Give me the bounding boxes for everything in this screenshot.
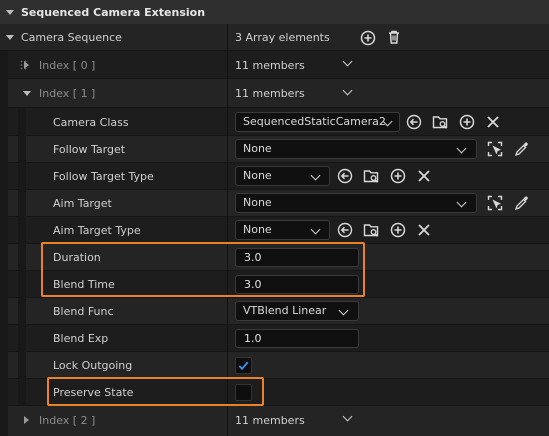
close-icon[interactable] <box>485 114 501 130</box>
index-2-row[interactable]: Index [ 2 ] 11 members <box>0 406 549 436</box>
blend-func-label: Blend Func <box>53 305 114 318</box>
follow-target-row: Follow Target None <box>0 136 549 163</box>
expand-arrow-icon[interactable] <box>6 35 14 40</box>
lock-outgoing-row: Lock Outgoing <box>0 352 549 379</box>
follow-target-type-value: None <box>243 169 272 182</box>
close-icon[interactable] <box>416 168 432 184</box>
back-arrow-icon[interactable] <box>406 114 422 130</box>
blend-time-row: Blend Time 3.0 <box>0 271 549 298</box>
blend-func-dropdown[interactable]: VTBlend Linear <box>235 301 359 321</box>
aim-target-type-label: Aim Target Type <box>53 224 141 237</box>
duration-label: Duration <box>53 251 101 264</box>
index-0-value: 11 members <box>235 59 305 72</box>
follow-target-dropdown[interactable]: None <box>235 139 477 159</box>
chevron-down-icon[interactable] <box>342 411 353 422</box>
index-2-label: Index [ 2 ] <box>39 414 96 427</box>
add-icon[interactable] <box>459 114 475 130</box>
section-header[interactable]: Sequenced Camera Extension <box>0 0 549 24</box>
chevron-down-icon <box>310 224 321 235</box>
picker-icon[interactable] <box>487 141 503 157</box>
camera-sequence-row: Camera Sequence 3 Array elements <box>0 24 549 51</box>
browse-icon[interactable] <box>363 168 379 184</box>
blend-exp-input[interactable]: 1.0 <box>235 329 359 348</box>
preserve-state-label: Preserve State <box>53 386 134 399</box>
follow-target-type-label: Follow Target Type <box>53 170 154 183</box>
chevron-down-icon <box>338 305 349 316</box>
collapse-arrow-icon[interactable] <box>23 91 31 96</box>
add-icon[interactable] <box>360 30 376 46</box>
eyedropper-icon[interactable] <box>514 195 530 211</box>
chevron-down-icon[interactable] <box>342 56 353 67</box>
duration-row: Duration 3.0 <box>0 244 549 271</box>
index-1-label: Index [ 1 ] <box>39 87 96 100</box>
preserve-state-checkbox[interactable] <box>235 384 252 401</box>
index-0-row[interactable]: Index [ 0 ] 11 members <box>0 51 549 79</box>
camera-sequence-label: Camera Sequence <box>21 31 122 44</box>
camera-class-label: Camera Class <box>53 116 129 129</box>
preserve-state-row: Preserve State <box>0 379 549 406</box>
camera-class-dropdown[interactable]: SequencedStaticCamera2 <box>235 112 400 132</box>
lock-outgoing-label: Lock Outgoing <box>53 359 133 372</box>
section-title: Sequenced Camera Extension <box>21 5 206 19</box>
chevron-down-icon[interactable] <box>342 85 353 96</box>
chevron-down-icon <box>456 197 467 208</box>
camera-sequence-value: 3 Array elements <box>235 31 330 44</box>
expand-arrow-icon[interactable] <box>24 416 29 424</box>
aim-target-type-row: Aim Target Type None <box>0 217 549 244</box>
aim-target-label: Aim Target <box>53 197 112 210</box>
blend-func-value: VTBlend Linear <box>243 304 327 317</box>
index-2-value: 11 members <box>235 414 305 427</box>
back-arrow-icon[interactable] <box>337 168 353 184</box>
trash-icon[interactable] <box>386 29 402 45</box>
follow-target-label: Follow Target <box>53 143 126 156</box>
camera-class-row: Camera Class SequencedStaticCamera2 <box>0 108 549 136</box>
index-1-value: 11 members <box>235 87 305 100</box>
add-icon[interactable] <box>390 222 406 238</box>
expand-arrow-icon[interactable] <box>24 61 29 69</box>
blend-time-label: Blend Time <box>53 278 115 291</box>
chevron-down-icon <box>456 143 467 154</box>
camera-class-value: SequencedStaticCamera2 <box>243 115 386 128</box>
blend-time-input[interactable]: 3.0 <box>235 275 359 294</box>
follow-target-type-row: Follow Target Type None <box>0 163 549 190</box>
index-1-row[interactable]: Index [ 1 ] 11 members <box>0 79 549 108</box>
eyedropper-icon[interactable] <box>514 141 530 157</box>
index-0-label: Index [ 0 ] <box>39 59 96 72</box>
browse-icon[interactable] <box>363 222 379 238</box>
back-arrow-icon[interactable] <box>337 222 353 238</box>
browse-icon[interactable] <box>432 114 448 130</box>
aim-target-dropdown[interactable]: None <box>235 193 477 213</box>
check-icon <box>238 361 249 371</box>
chevron-down-icon <box>310 170 321 181</box>
lock-outgoing-checkbox[interactable] <box>235 357 252 374</box>
blend-exp-label: Blend Exp <box>53 332 109 345</box>
close-icon[interactable] <box>416 222 432 238</box>
picker-icon[interactable] <box>487 195 503 211</box>
blend-exp-row: Blend Exp 1.0 <box>0 325 549 352</box>
duration-input[interactable]: 3.0 <box>235 248 359 267</box>
follow-target-value: None <box>243 142 272 155</box>
aim-target-type-value: None <box>243 223 272 236</box>
aim-target-value: None <box>243 196 272 209</box>
add-icon[interactable] <box>390 168 406 184</box>
follow-target-type-dropdown[interactable]: None <box>235 166 330 186</box>
aim-target-row: Aim Target None <box>0 190 549 217</box>
blend-func-row: Blend Func VTBlend Linear <box>0 298 549 325</box>
collapse-arrow-icon[interactable] <box>6 10 14 15</box>
aim-target-type-dropdown[interactable]: None <box>235 220 330 240</box>
